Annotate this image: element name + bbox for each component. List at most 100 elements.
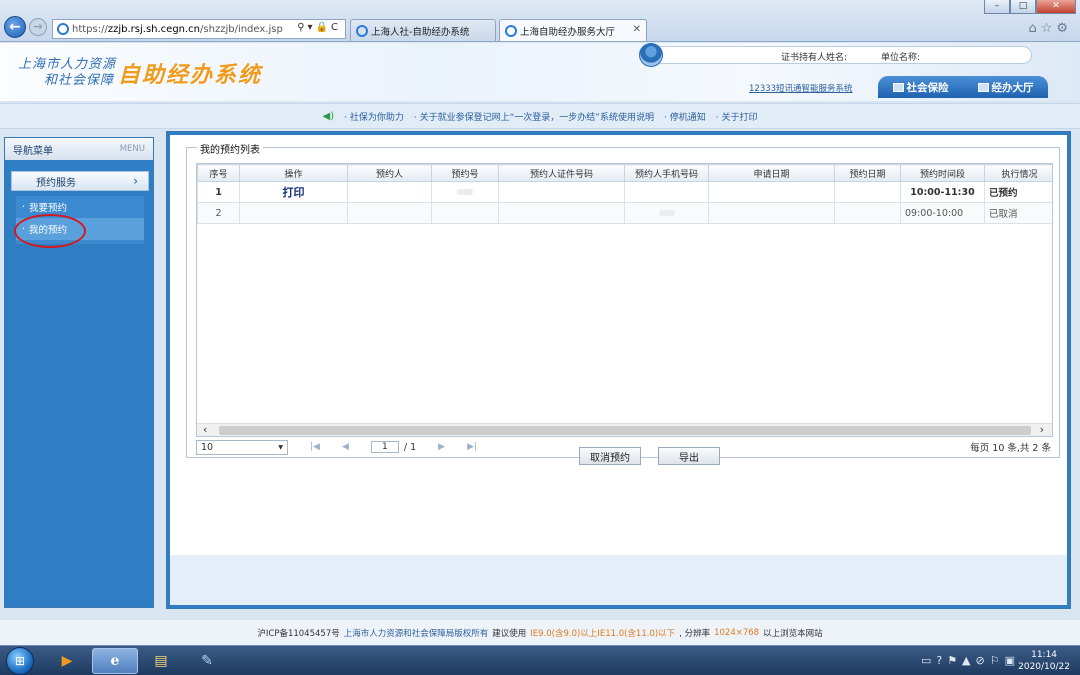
media-player-icon[interactable]: ▶ <box>44 648 90 674</box>
print-link[interactable]: 打印 <box>239 181 348 203</box>
unit-name-label: 单位名称: <box>881 53 921 63</box>
page-size-select[interactable]: 10 ▾ <box>196 439 288 455</box>
sidebar-group-label: 预约服务 <box>36 177 76 189</box>
sidebar-group-appointment[interactable]: 预约服务 › <box>11 171 149 191</box>
sidebar-menu-label: MENU <box>119 144 145 154</box>
scroll-right-icon[interactable]: › <box>1040 423 1044 436</box>
cell-time-slot: 10:00-11:30 <box>900 181 985 203</box>
browser-tab-1[interactable]: 上海人社-自助经办系统 <box>350 19 496 41</box>
main-bottom-area <box>170 555 1067 605</box>
toolbar-icons[interactable]: ⌂☆⚙ <box>1028 21 1072 36</box>
page-info: 每页 10 条,共 2 条 <box>970 443 1051 454</box>
close-button[interactable]: ✕ <box>1036 0 1076 14</box>
scrollbar-thumb[interactable] <box>219 426 1031 435</box>
file-explorer-icon[interactable]: ▤ <box>138 648 184 674</box>
cell-appointment-no <box>431 181 499 203</box>
resolution-text: 1024×768 <box>714 627 760 638</box>
clock-date: 2020/10/22 <box>1018 662 1070 672</box>
address-bar[interactable]: https://zzjb.rsj.sh.cegn.cn/shzzjb/index… <box>52 19 346 39</box>
column-header[interactable]: 预约人手机号码 <box>624 164 709 182</box>
cell-status: 已预约 <box>984 181 1052 203</box>
column-header[interactable]: 执行情况 <box>984 164 1052 182</box>
minimize-button[interactable]: – <box>984 0 1010 14</box>
cell-action <box>239 202 348 224</box>
column-header[interactable]: 预约人 <box>347 164 432 182</box>
system-tray-icons[interactable]: ▭?⚑▲⊘⚐▣ <box>921 654 1020 667</box>
cell-status: 已取消 <box>984 202 1052 224</box>
cancel-appointment-button[interactable]: 取消预约 <box>579 447 641 465</box>
user-avatar-icon <box>639 43 663 67</box>
url-text: https://zzjb.rsj.sh.cegn.cn/shzzjb/index… <box>72 23 283 35</box>
notice-item[interactable]: · 关于打印 <box>716 110 758 123</box>
logo-line2: 和社会保障 <box>44 73 115 88</box>
tab-social-insurance[interactable]: 社会保险 <box>892 80 949 95</box>
cell-apply-date <box>708 181 835 203</box>
cell-appointment-date <box>834 202 901 224</box>
resolution-prefix: , 分辨率 <box>679 628 711 639</box>
cell-phone <box>624 202 709 224</box>
system-clock[interactable]: 11:14 2020/10/22 <box>1018 649 1070 673</box>
column-header[interactable]: 预约时间段 <box>900 164 985 182</box>
cell-phone <box>624 181 709 203</box>
start-button[interactable]: ⊞ <box>6 647 34 675</box>
close-tab-icon[interactable]: ✕ <box>633 24 641 35</box>
paint-icon[interactable]: ✎ <box>184 648 230 674</box>
next-page-icon[interactable]: ▶ <box>438 442 445 452</box>
column-header[interactable]: 预约人证件号码 <box>498 164 625 182</box>
column-header[interactable]: 序号 <box>197 164 240 182</box>
user-info-bar: 证书持有人姓名: 单位名称: <box>639 43 1032 67</box>
forward-arrow-icon[interactable]: → <box>29 18 47 36</box>
appointment-table: 序号 操作 预约人 预约号 预约人证件号码 预约人手机号码 申请日期 预约日期 … <box>196 163 1053 437</box>
page-footer: 沪ICP备11045457号 上海市人力资源和社会保障局版权所有 建议使用 IE9… <box>0 620 1080 645</box>
service-link[interactable]: 12333短讯通智能服务系统 <box>749 82 853 94</box>
list-legend: 我的预约列表 <box>197 141 263 156</box>
cell-id-number <box>498 202 625 224</box>
tab-service-hall[interactable]: 经办大厅 <box>977 80 1034 95</box>
column-header[interactable]: 预约日期 <box>834 164 901 182</box>
icp-number: 沪ICP备11045457号 <box>257 628 340 639</box>
copyright-text: 上海市人力资源和社会保障局版权所有 <box>343 628 489 639</box>
first-page-icon[interactable]: |◀ <box>310 442 320 452</box>
cell-appointment-no <box>431 202 499 224</box>
internet-explorer-icon[interactable]: e <box>92 648 138 674</box>
address-tools-icon[interactable]: ⚲▾🔒C <box>297 22 341 33</box>
speaker-icon: ◀) <box>322 110 335 122</box>
back-arrow-icon[interactable]: ← <box>4 16 26 38</box>
cell-no: 2 <box>197 202 240 224</box>
redacted-value <box>658 209 675 216</box>
dropdown-arrow-icon: ▾ <box>278 441 283 453</box>
monitor-icon <box>892 82 904 92</box>
red-highlight-circle <box>14 214 86 248</box>
horizontal-scrollbar[interactable]: ‹ › <box>197 423 1052 436</box>
table-header-row: 序号 操作 预约人 预约号 预约人证件号码 预约人手机号码 申请日期 预约日期 … <box>197 164 1052 182</box>
export-button[interactable]: 导出 <box>658 447 720 465</box>
site-header: 上海市人力资源 和社会保障 自助经办系统 证书持有人姓名: 单位名称: 1233… <box>0 43 1080 101</box>
page-number-input[interactable]: 1 <box>370 441 399 453</box>
column-header[interactable]: 申请日期 <box>708 164 835 182</box>
prev-page-icon[interactable]: ◀ <box>342 442 349 452</box>
ie-tab-icon <box>505 24 517 37</box>
cell-time-slot: 09:00-10:00 <box>900 202 985 224</box>
column-header[interactable]: 预约号 <box>431 164 499 182</box>
table-row[interactable]: 2 09:00-10:00 已取消 <box>197 202 1052 224</box>
sidebar-title: 导航菜单 <box>13 145 53 157</box>
browser-tab-2[interactable]: 上海自助经办服务大厅 ✕ <box>499 19 647 41</box>
cell-person <box>347 181 432 203</box>
cell-person <box>347 202 432 224</box>
main-nav-tabs: 社会保险 经办大厅 <box>878 76 1048 98</box>
notice-item[interactable]: · 社保为你助力 <box>344 110 404 123</box>
last-page-icon[interactable]: ▶| <box>467 442 477 452</box>
column-header[interactable]: 操作 <box>239 164 348 182</box>
scroll-left-icon[interactable]: ‹ <box>203 423 207 436</box>
building-icon <box>977 82 989 92</box>
browser-chrome: – □ ✕ ← → https://zzjb.rsj.sh.cegn.cn/sh… <box>0 0 1080 42</box>
notice-item[interactable]: · 关于就业参保登记网上“一次登录，一步办结”系统使用说明 <box>414 110 654 123</box>
tab-label: 上海自助经办服务大厅 <box>520 26 616 38</box>
sidebar: 导航菜单 MENU 预约服务 › · 我要预约 · 我的预约 <box>4 137 154 608</box>
table-row[interactable]: 1 打印 10:00-11:30 已预约 <box>197 181 1052 203</box>
maximize-button[interactable]: □ <box>1010 0 1036 14</box>
notice-item[interactable]: · 停机通知 <box>664 110 706 123</box>
sidebar-header: 导航菜单 MENU <box>5 138 153 160</box>
appointment-list-fieldset: 我的预约列表 序号 操作 预约人 预约号 预约人证件号码 预约人手机号码 申请日… <box>186 141 1060 465</box>
ie-page-icon <box>57 23 69 35</box>
